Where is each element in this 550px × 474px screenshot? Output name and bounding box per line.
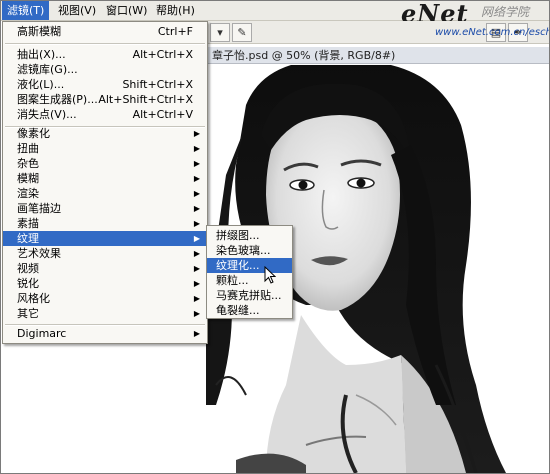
submenu-arrow-icon: ▶	[193, 204, 200, 213]
submenu-arrow-icon: ▶	[193, 329, 200, 338]
menu-item-sketch[interactable]: 素描 ▶	[3, 216, 207, 231]
submenu-arrow-icon: ▶	[193, 144, 200, 153]
menu-item-liquify[interactable]: 液化(L)... Shift+Ctrl+X	[3, 77, 207, 92]
menu-item-pixelate[interactable]: 像素化 ▶	[3, 126, 207, 141]
mouse-cursor-icon	[264, 266, 276, 284]
menu-item-artistic[interactable]: 艺术效果 ▶	[3, 246, 207, 261]
menu-item-other[interactable]: 其它 ▶	[3, 306, 207, 321]
menu-item-noise[interactable]: 杂色 ▶	[3, 156, 207, 171]
submenu-arrow-icon: ▶	[193, 189, 200, 198]
menu-item-video[interactable]: 视频 ▶	[3, 261, 207, 276]
menu-item-vanishing-point[interactable]: 消失点(V)... Alt+Ctrl+V	[3, 107, 207, 122]
submenu-item-craquelure[interactable]: 龟裂缝...	[207, 303, 292, 318]
filter-menu: 高斯模糊 Ctrl+F 抽出(X)... Alt+Ctrl+X 滤镜库(G)..…	[2, 21, 208, 344]
submenu-item-stained-glass[interactable]: 染色玻璃...	[207, 243, 292, 258]
submenu-item-texturizer[interactable]: 纹理化...	[207, 258, 292, 273]
menu-item-texture[interactable]: 纹理 ▶	[3, 231, 207, 246]
menu-window[interactable]: 窗口(W)	[101, 1, 152, 20]
menu-filter[interactable]: 滤镜(T)	[2, 1, 50, 20]
submenu-arrow-icon: ▶	[193, 174, 200, 183]
menu-item-distort[interactable]: 扭曲 ▶	[3, 141, 207, 156]
menu-item-pattern-maker[interactable]: 图案生成器(P)... Alt+Shift+Ctrl+X	[3, 92, 207, 107]
document-title: 章子怡.psd @ 50% (背景, RGB/8#)	[212, 49, 396, 62]
brush-options-icon[interactable]: ▾	[210, 23, 230, 42]
submenu-arrow-icon: ▶	[193, 279, 200, 288]
submenu-arrow-icon: ▶	[193, 219, 200, 228]
submenu-arrow-icon: ▶	[193, 129, 200, 138]
photoshop-window: 滤镜(T) 视图(V) 窗口(W) 帮助(H) eNet 网络学院 ▾ ✎ ▤ …	[0, 0, 550, 474]
menu-item-brush-strokes[interactable]: 画笔描边 ▶	[3, 201, 207, 216]
menu-item-blur[interactable]: 模糊 ▶	[3, 171, 207, 186]
submenu-item-patchwork[interactable]: 拼缀图...	[207, 228, 292, 243]
menu-separator	[5, 43, 205, 45]
menu-item-filter-gallery[interactable]: 滤镜库(G)...	[3, 62, 207, 77]
menu-item-sharpen[interactable]: 锐化 ▶	[3, 276, 207, 291]
enet-url: www.eNet.com.cn/eschool	[435, 27, 549, 38]
menu-item-render[interactable]: 渲染 ▶	[3, 186, 207, 201]
submenu-arrow-icon: ▶	[193, 249, 200, 258]
menu-item-digimarc[interactable]: Digimarc ▶	[3, 326, 207, 341]
document-title-bar[interactable]: 章子怡.psd @ 50% (背景, RGB/8#)	[206, 47, 549, 64]
menu-view[interactable]: 视图(V)	[53, 1, 101, 20]
submenu-arrow-icon: ▶	[193, 294, 200, 303]
submenu-arrow-icon: ▶	[193, 264, 200, 273]
texture-submenu: 拼缀图... 染色玻璃... 纹理化... 颗粒... 马赛克拼贴... 龟裂缝…	[206, 225, 293, 319]
menu-help[interactable]: 帮助(H)	[151, 1, 200, 20]
pen-tool-icon[interactable]: ✎	[232, 23, 252, 42]
submenu-arrow-icon: ▶	[193, 159, 200, 168]
submenu-item-mosaic-tiles[interactable]: 马赛克拼贴...	[207, 288, 292, 303]
submenu-arrow-icon: ▶	[193, 234, 200, 243]
enet-logo-cn: 网络学院	[481, 5, 530, 19]
menu-item-stylize[interactable]: 风格化 ▶	[3, 291, 207, 306]
submenu-item-grain[interactable]: 颗粒...	[207, 273, 292, 288]
submenu-arrow-icon: ▶	[193, 309, 200, 318]
menu-item-extract[interactable]: 抽出(X)... Alt+Ctrl+X	[3, 47, 207, 62]
menu-item-last-filter[interactable]: 高斯模糊 Ctrl+F	[3, 24, 207, 39]
